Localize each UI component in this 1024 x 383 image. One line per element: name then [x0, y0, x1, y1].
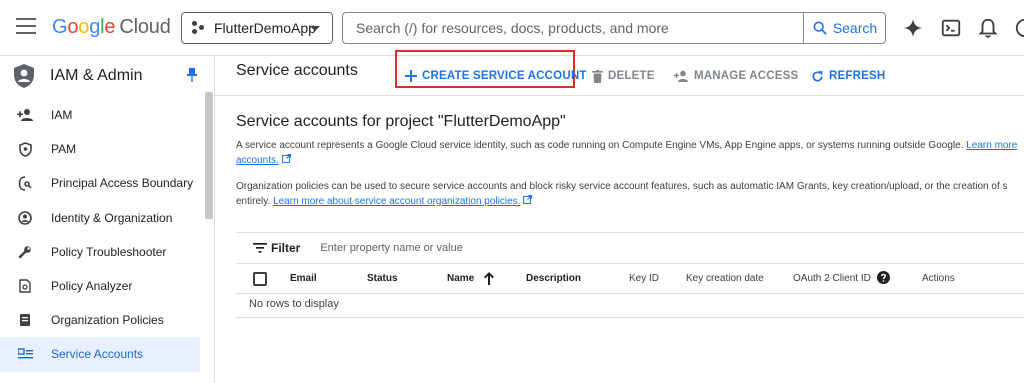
help-icon[interactable] [1014, 17, 1024, 39]
trash-icon [592, 69, 603, 83]
cloud-shell-icon[interactable] [940, 17, 962, 39]
chevron-down-icon [310, 26, 320, 31]
external-link-icon [523, 194, 533, 204]
gemini-icon[interactable] [902, 17, 924, 39]
col-description[interactable]: Description [526, 273, 581, 284]
sidebar-item-service-accounts[interactable]: Service Accounts [0, 337, 200, 372]
external-link-icon [281, 153, 291, 163]
section-heading: Service accounts for project "FlutterDem… [236, 113, 566, 130]
sidebar-item-iam[interactable]: IAM [0, 98, 205, 132]
col-key-id: Key ID [629, 273, 660, 284]
service-account-icon [17, 346, 33, 362]
account-circle-icon [17, 210, 33, 226]
google-cloud-logo[interactable]: Google Cloud [52, 16, 171, 39]
empty-table-message: No rows to display [236, 294, 1024, 318]
plus-icon [405, 70, 417, 82]
col-key-creation-date: Key creation date [686, 273, 764, 284]
intro-paragraph: A service account represents a Google Cl… [236, 139, 1024, 168]
project-dots-icon [192, 21, 206, 35]
sidebar-item-label: Policy Analyzer [51, 279, 133, 294]
col-email[interactable]: Email [290, 273, 317, 284]
org-policy-text: Organization policies can be used to sec… [236, 181, 1008, 192]
refresh-icon [812, 70, 823, 82]
main-menu-icon[interactable] [16, 18, 36, 38]
filter-label: Filter [271, 241, 301, 255]
sidebar-item-pam[interactable]: PAM [0, 132, 205, 166]
filter-input[interactable] [320, 242, 621, 254]
help-icon[interactable] [877, 271, 890, 284]
sidebar-item-principal-access-boundary[interactable]: Principal Access Boundary [0, 166, 205, 200]
search-bar: Search [342, 12, 886, 44]
top-bar: Google Cloud FlutterDemoApp Search [0, 0, 1024, 56]
action-bar: Service accounts CREATE SERVICE ACCOUNT … [215, 50, 1024, 96]
iam-shield-icon [14, 64, 34, 88]
org-policy-link[interactable]: Learn more about service account organiz… [273, 196, 520, 207]
wrench-icon [17, 244, 33, 260]
col-oauth-client-id: OAuth 2 Client ID [793, 273, 871, 284]
sidebar-item-label: Policy Troubleshooter [51, 244, 167, 259]
intro-text: A service account represents a Google Cl… [236, 140, 964, 151]
project-name: FlutterDemoApp [214, 20, 316, 36]
table-header: Email Status Name Description Key ID Key… [236, 264, 1024, 294]
boundary-icon [17, 175, 33, 191]
sidebar-item-label: IAM [51, 108, 73, 123]
refresh-label: REFRESH [829, 70, 886, 82]
sidebar-item-label: PAM [51, 142, 77, 157]
org-policy-text-end: entirely. [236, 195, 271, 207]
sidebar-item-organization-policies[interactable]: Organization Policies [0, 303, 205, 337]
sidebar-item-identity-organization[interactable]: Identity & Organization [0, 201, 205, 235]
col-status[interactable]: Status [367, 273, 398, 284]
sidebar-item-label: Principal Access Boundary [51, 176, 194, 191]
pin-icon[interactable] [186, 68, 198, 82]
sidebar-title: IAM & Admin [50, 67, 143, 84]
search-input[interactable] [343, 13, 803, 43]
page-title: Service accounts [236, 62, 358, 79]
manage-access-button[interactable]: MANAGE ACCESS [674, 56, 798, 96]
search-button[interactable]: Search [803, 13, 885, 43]
sidebar-item-label: Organization Policies [51, 313, 164, 328]
project-picker-button[interactable]: FlutterDemoApp [181, 12, 333, 44]
sidebar-item-policy-analyzer[interactable]: Policy Analyzer [0, 269, 205, 303]
select-all-checkbox[interactable] [253, 272, 267, 286]
sort-arrow-up-icon[interactable] [483, 271, 495, 285]
delete-label: DELETE [608, 70, 655, 82]
learn-more-link[interactable]: Learn more [966, 140, 1017, 151]
sidebar-item-label: Identity & Organization [51, 210, 173, 225]
filter-icon[interactable] [253, 243, 267, 253]
analyzer-icon [17, 278, 33, 294]
sidebar-header: IAM & Admin [0, 56, 214, 96]
create-service-account-button[interactable]: CREATE SERVICE ACCOUNT [405, 56, 587, 96]
col-name[interactable]: Name [447, 273, 474, 284]
search-button-label: Search [832, 20, 878, 36]
sidebar-nav: IAM PAM Principal Access Boundary Identi… [0, 98, 205, 372]
accounts-link[interactable]: accounts. [236, 155, 279, 166]
search-icon [813, 21, 827, 35]
document-icon [17, 312, 33, 328]
person-add-icon [674, 70, 688, 82]
sidebar: IAM & Admin IAM PAM Principal Access Bou… [0, 56, 215, 383]
notifications-icon[interactable] [977, 17, 999, 39]
sidebar-scrollbar[interactable] [205, 92, 213, 219]
refresh-button[interactable]: REFRESH [811, 56, 885, 96]
delete-button[interactable]: DELETE [592, 56, 655, 96]
person-add-icon [17, 107, 33, 123]
main-content: Service accounts for project "FlutterDem… [215, 96, 1024, 383]
org-policy-paragraph: Organization policies can be used to sec… [236, 180, 1024, 209]
sidebar-item-label: Service Accounts [51, 347, 144, 362]
shield-icon [17, 141, 33, 157]
manage-access-label: MANAGE ACCESS [694, 70, 799, 82]
sidebar-item-policy-troubleshooter[interactable]: Policy Troubleshooter [0, 235, 205, 269]
col-actions: Actions [922, 273, 955, 284]
create-label: CREATE SERVICE ACCOUNT [422, 70, 587, 82]
table-filter: Filter [236, 232, 1024, 264]
